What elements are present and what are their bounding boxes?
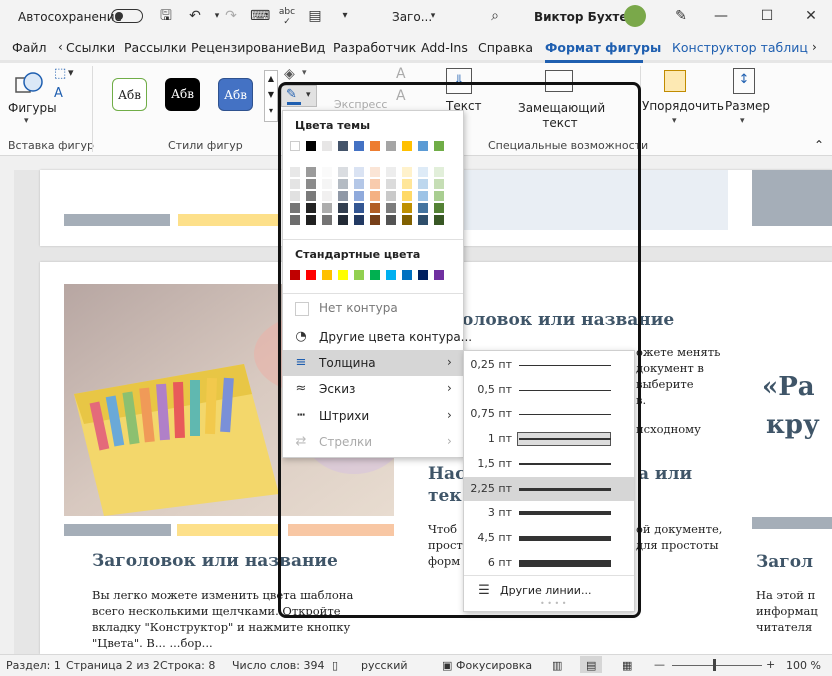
tabs-scroll-right-icon[interactable]: › <box>812 40 817 54</box>
shape-style-outline-green[interactable]: Абв <box>112 78 147 111</box>
zoom-level[interactable]: 100 % <box>786 659 821 672</box>
tab-references[interactable]: Ссылки <box>66 40 115 55</box>
qat-more-icon[interactable]: ▾ <box>336 7 354 25</box>
proofing-icon[interactable]: ▯ <box>332 659 338 672</box>
doc-paragraph-4[interactable]: На этой п информац читателя <box>756 587 818 635</box>
ribbon-collapse-icon[interactable]: ⌃ <box>814 138 824 152</box>
doc-quote-b[interactable]: кру <box>766 410 820 440</box>
size-chevron-icon[interactable]: ▾ <box>740 116 745 126</box>
tab-help[interactable]: Справка <box>478 40 533 55</box>
shape-style-black[interactable]: Абв <box>165 78 200 111</box>
text-box-icon[interactable]: A <box>54 86 63 101</box>
vertical-ruler[interactable] <box>0 170 14 654</box>
styles-gallery-scroll[interactable]: ▲ ▼ ▾ <box>264 70 278 122</box>
group-separator <box>92 66 93 152</box>
tab-shape-format[interactable]: Формат фигуры <box>545 40 661 55</box>
insert-shapes-group-label: Вставка фигур <box>8 139 94 152</box>
shape-fill-icon[interactable]: ◈ <box>284 66 295 82</box>
undo-icon[interactable]: ↶ <box>186 7 204 25</box>
avatar[interactable] <box>624 5 646 27</box>
doc-heading-3b[interactable]: а или <box>638 464 692 484</box>
minimize-icon[interactable]: — <box>712 7 730 25</box>
size-label[interactable]: Размер <box>725 99 770 113</box>
arrange-chevron-icon[interactable]: ▾ <box>672 116 677 126</box>
zoom-slider-track[interactable] <box>672 665 762 666</box>
autosave-label: Автосохранение <box>18 10 122 24</box>
spellcheck-icon[interactable]: abc ✓ <box>278 7 296 27</box>
size-icon[interactable]: ↕ <box>733 68 755 94</box>
shapes-chevron-icon[interactable]: ▾ <box>24 116 29 126</box>
touch-mode-icon[interactable]: ⌨ <box>250 7 270 25</box>
read-mode-icon[interactable]: ▥ <box>552 659 562 672</box>
tab-review[interactable]: Рецензирование <box>191 40 300 55</box>
arrange-icon[interactable] <box>664 70 686 92</box>
zoom-in-icon[interactable]: + <box>766 658 775 671</box>
tab-view[interactable]: Вид <box>300 40 325 55</box>
status-page[interactable]: Страница 2 из 2 <box>66 659 160 672</box>
focus-icon[interactable]: ▣ <box>442 659 452 672</box>
tab-developer[interactable]: Разработчик <box>333 40 416 55</box>
zoom-out-icon[interactable]: — <box>654 658 665 671</box>
accent-bar-gray-2 <box>64 524 171 536</box>
shape-fill-dropdown-icon[interactable]: ▾ <box>302 68 307 78</box>
status-language[interactable]: русский <box>361 659 408 672</box>
print-layout-icon: ▤ <box>586 659 597 672</box>
status-focus[interactable]: Фокусировка <box>456 659 532 672</box>
accent-bar-yellow <box>178 214 278 226</box>
tab-addins[interactable]: Add-Ins <box>421 40 468 55</box>
shapes-icon[interactable] <box>14 70 44 98</box>
doc-quote-a[interactable]: «Ра <box>762 372 815 402</box>
tab-file[interactable]: Файл <box>12 40 47 55</box>
close-icon[interactable]: ✕ <box>802 7 820 25</box>
status-line[interactable]: Строка: 8 <box>160 659 215 672</box>
edit-shape-dropdown-icon[interactable]: ▾ <box>68 66 74 79</box>
tab-mailings[interactable]: Рассылки <box>124 40 186 55</box>
format-icon[interactable]: ▤ <box>306 7 324 25</box>
shape-style-blue[interactable]: Абв <box>218 78 253 111</box>
doc-heading-4[interactable]: Загол <box>756 552 813 572</box>
save-icon[interactable]: 🖫 <box>157 7 175 25</box>
status-section[interactable]: Раздел: 1 <box>6 659 61 672</box>
redo-icon[interactable]: ↷ <box>222 7 240 25</box>
accent-bar-gray <box>64 214 170 226</box>
search-icon[interactable]: ⌕ <box>486 7 504 25</box>
accent-bar-gray-3 <box>752 517 832 529</box>
title-bar: Автосохранение 🖫 ↶ ▾ ↷ ⌨ abc ✓ ▤ ▾ Заго..… <box>0 0 832 34</box>
status-word-count[interactable]: Число слов: 394 <box>232 659 325 672</box>
doc-paragraph-3-right[interactable]: ой документе, для простоты <box>636 521 722 553</box>
tab-table-design[interactable]: Конструктор таблиц <box>672 40 808 55</box>
zoom-slider-thumb[interactable] <box>713 659 716 671</box>
title-chevron-icon[interactable]: ▾ <box>424 7 442 25</box>
shape-styles-group-label: Стили фигур <box>168 139 243 152</box>
wordart-fill-icon[interactable]: A <box>396 66 406 82</box>
arrange-label[interactable]: Упорядочить <box>642 99 724 113</box>
shapes-label[interactable]: Фигуры <box>8 101 57 115</box>
edit-shape-icon[interactable]: ⬚ <box>54 66 66 81</box>
pen-icon[interactable]: ✎ <box>672 7 690 25</box>
accent-bar-yellow-2 <box>177 524 279 536</box>
maximize-icon[interactable]: ☐ <box>758 7 776 25</box>
autosave-toggle[interactable] <box>111 9 143 23</box>
tabs-scroll-left-icon[interactable]: ‹ <box>58 40 63 54</box>
highlight-frame <box>278 82 641 618</box>
doc-paragraph-2-right[interactable]: ожете менять документ в выберите в. исхо… <box>636 344 720 437</box>
web-layout-icon[interactable]: ▦ <box>622 659 632 672</box>
page-top-side-block <box>752 170 832 226</box>
